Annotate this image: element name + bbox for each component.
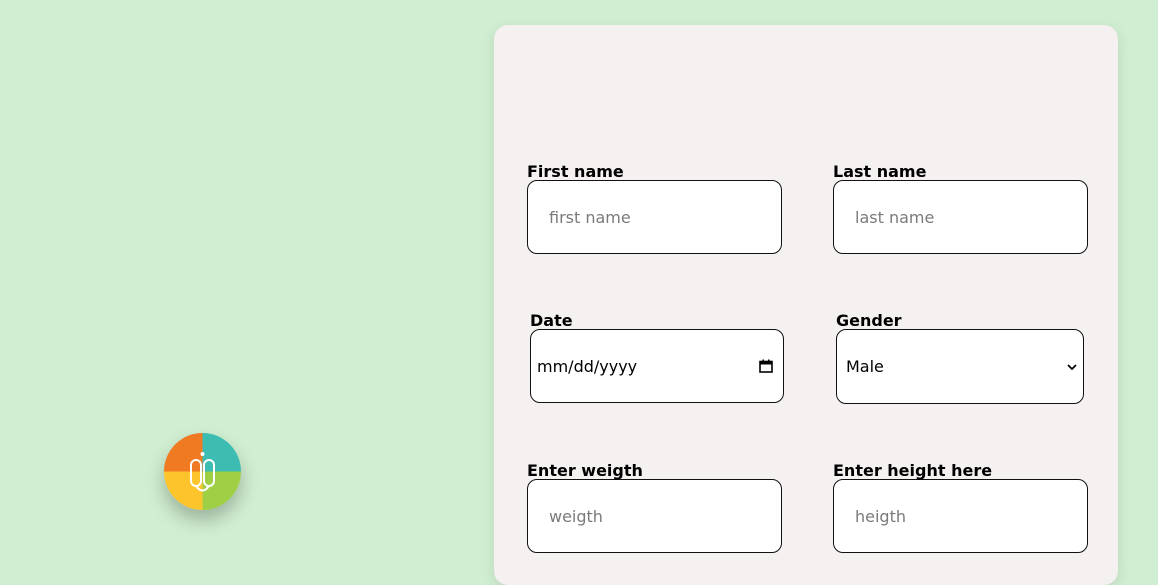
first-name-placeholder: first name bbox=[549, 207, 631, 227]
first-name-field: First name first name bbox=[527, 162, 782, 254]
app-logo bbox=[164, 433, 241, 510]
weight-placeholder: weigth bbox=[549, 506, 603, 526]
last-name-label: Last name bbox=[833, 162, 927, 181]
weight-label: Enter weigth bbox=[527, 461, 643, 480]
gender-label: Gender bbox=[836, 311, 902, 330]
height-label: Enter height here bbox=[833, 461, 993, 480]
form-card: First name first name Last name last nam… bbox=[494, 25, 1118, 585]
height-placeholder: heigth bbox=[855, 506, 906, 526]
weight-field: Enter weigth weigth bbox=[527, 461, 782, 553]
height-field: Enter height here heigth bbox=[833, 461, 1088, 553]
first-name-input[interactable]: first name bbox=[527, 180, 782, 254]
logo-mark-icon bbox=[164, 433, 241, 510]
calendar-icon[interactable] bbox=[759, 359, 773, 373]
date-field: Date mm/dd/yyyy bbox=[530, 311, 784, 403]
gender-field: Gender Male bbox=[836, 311, 1084, 404]
last-name-placeholder: last name bbox=[855, 207, 935, 227]
gender-select[interactable]: Male bbox=[836, 329, 1084, 404]
date-input[interactable]: mm/dd/yyyy bbox=[530, 329, 784, 403]
height-input[interactable]: heigth bbox=[833, 479, 1088, 553]
chevron-down-icon bbox=[1067, 363, 1077, 370]
gender-value: Male bbox=[846, 357, 884, 376]
last-name-input[interactable]: last name bbox=[833, 180, 1088, 254]
weight-input[interactable]: weigth bbox=[527, 479, 782, 553]
first-name-label: First name bbox=[527, 162, 624, 181]
last-name-field: Last name last name bbox=[833, 162, 1088, 254]
date-value: mm/dd/yyyy bbox=[537, 356, 638, 376]
date-label: Date bbox=[530, 311, 573, 330]
